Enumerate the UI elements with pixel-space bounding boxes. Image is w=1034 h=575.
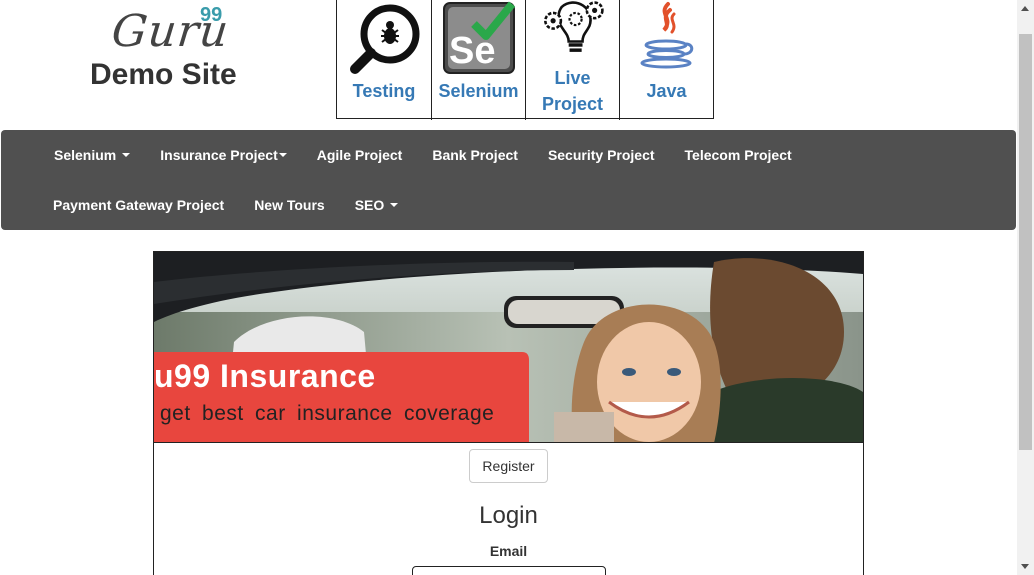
course-links: Testing Se Selenium Live Project Java — [336, 0, 714, 120]
login-heading: Login — [479, 502, 538, 529]
nav-insurance-project-dropdown[interactable]: Insurance Project — [145, 147, 302, 163]
logo-demo-site-text: Demo Site — [90, 58, 237, 91]
nav-label: SEO — [354, 197, 385, 213]
course-selenium[interactable]: Se Selenium — [431, 0, 525, 120]
email-label: Email — [489, 543, 528, 559]
java-cup-icon — [640, 2, 693, 69]
nav-telecom-project[interactable]: Telecom Project — [670, 147, 807, 163]
insurance-banner: u99 Insurance get best car insurance cov… — [154, 252, 863, 443]
nav-label: Bank Project — [432, 147, 518, 163]
course-label: Selenium — [438, 81, 519, 101]
nav-label: Telecom Project — [684, 147, 792, 163]
email-input[interactable] — [412, 566, 606, 575]
register-button[interactable]: Register — [469, 449, 548, 483]
logo-99-text: 99 — [200, 4, 223, 26]
caret-down-icon — [122, 153, 131, 157]
magnifier-bug-icon — [350, 4, 420, 74]
nav-label: Insurance Project — [160, 147, 278, 163]
nav-security-project[interactable]: Security Project — [533, 147, 670, 163]
main-navbar: Selenium Insurance Project Agile Project… — [1, 130, 1016, 230]
lightbulb-gears-icon — [543, 1, 604, 52]
nav-row-1: Selenium Insurance Project Agile Project… — [39, 130, 807, 180]
course-label: Testing — [352, 81, 416, 101]
selenium-logo-icon: Se — [442, 1, 515, 74]
vertical-scrollbar[interactable] — [1017, 0, 1034, 575]
nav-label: Agile Project — [316, 147, 403, 163]
site-logo[interactable]: Guru 99 Demo Site — [90, 4, 250, 94]
course-label: Live Project — [526, 65, 619, 117]
course-testing[interactable]: Testing — [337, 0, 431, 120]
banner-subtitle: get best car insurance coverage — [160, 402, 495, 425]
nav-row-2: Payment Gateway Project New Tours SEO — [38, 180, 413, 230]
nav-label: Payment Gateway Project — [53, 197, 225, 213]
nav-payment-gateway-project[interactable]: Payment Gateway Project — [38, 197, 239, 213]
course-live-project[interactable]: Live Project — [525, 0, 619, 120]
scrollbar-thumb[interactable] — [1019, 34, 1032, 450]
login-panel: u99 Insurance get best car insurance cov… — [153, 251, 864, 575]
nav-label: Security Project — [547, 147, 655, 163]
caret-down-icon — [278, 153, 287, 157]
nav-bank-project[interactable]: Bank Project — [417, 147, 533, 163]
course-label-line2: Project — [541, 94, 604, 114]
nav-label: New Tours — [254, 197, 325, 213]
nav-new-tours[interactable]: New Tours — [239, 197, 340, 213]
nav-selenium-dropdown[interactable]: Selenium — [39, 147, 145, 163]
nav-label: Selenium — [54, 147, 117, 163]
course-java[interactable]: Java — [619, 0, 713, 120]
scroll-down-arrow-icon[interactable] — [1021, 564, 1029, 569]
scroll-up-arrow-icon[interactable] — [1021, 6, 1029, 11]
caret-down-icon — [390, 203, 399, 207]
banner-title: u99 Insurance — [154, 358, 376, 394]
nav-agile-project[interactable]: Agile Project — [302, 147, 418, 163]
course-label-line1: Live — [554, 68, 591, 88]
nav-seo-dropdown[interactable]: SEO — [340, 197, 414, 213]
course-label: Java — [646, 81, 687, 101]
